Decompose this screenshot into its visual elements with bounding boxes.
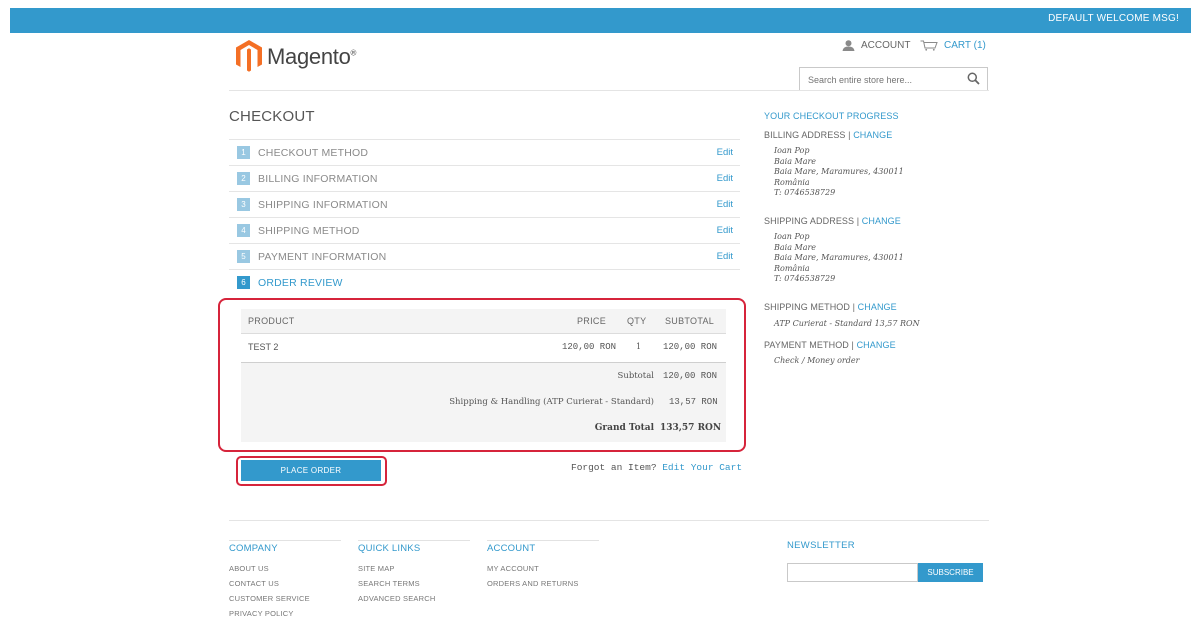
shipping-method-change-link[interactable]: CHANGE [858,302,897,312]
step-shipping-information: 3 SHIPPING INFORMATION Edit [229,191,740,217]
step-number: 4 [237,224,250,237]
step-number: 6 [237,276,250,289]
top-bar: DEFAULT WELCOME MSG! [10,8,1191,33]
step-number: 3 [237,198,250,211]
payment-method-change-link[interactable]: CHANGE [857,340,896,350]
footer-company-links: ABOUT US CONTACT US CUSTOMER SERVICE PRI… [229,561,310,621]
header-divider [229,90,989,91]
step-label: CHECKOUT METHOD [258,146,369,159]
page-title: CHECKOUT [229,108,315,125]
step-edit-link[interactable]: Edit [717,225,733,236]
footer-link[interactable]: SITE MAP [358,561,435,576]
step-edit-link[interactable]: Edit [717,199,733,210]
step-label: SHIPPING METHOD [258,224,360,237]
step-order-review: 6 ORDER REVIEW [229,269,740,295]
search-icon[interactable] [967,72,980,85]
account-label: ACCOUNT [861,40,911,51]
step-number: 5 [237,250,250,263]
cart-label: CART (1) [944,40,986,51]
footer-company-title: COMPANY [229,543,278,554]
subscribe-button[interactable]: SUBSCRIBE [918,563,983,582]
order-review-highlight [218,298,746,452]
welcome-message: DEFAULT WELCOME MSG! [1048,13,1179,24]
step-billing-information: 2 BILLING INFORMATION Edit [229,165,740,191]
billing-change-link[interactable]: CHANGE [853,130,892,140]
forgot-text: Forgot an Item? [571,462,657,473]
billing-address-heading: BILLING ADDRESS | CHANGE [764,130,893,140]
shipping-address-heading: SHIPPING ADDRESS | CHANGE [764,216,901,226]
footer-link[interactable]: MY ACCOUNT [487,561,579,576]
newsletter-email-input[interactable] [787,563,918,582]
footer-link[interactable]: SEARCH TERMS [358,576,435,591]
progress-title: YOUR CHECKOUT PROGRESS [764,111,899,121]
search-input[interactable] [806,69,960,91]
step-label: BILLING INFORMATION [258,172,378,185]
footer-account-links: MY ACCOUNT ORDERS AND RETURNS [487,561,579,591]
step-edit-link[interactable]: Edit [717,173,733,184]
footer-column-rule [358,540,470,541]
shipping-method-heading: SHIPPING METHOD | CHANGE [764,302,897,312]
footer-column-rule [487,540,599,541]
step-number: 2 [237,172,250,185]
footer-link[interactable]: CUSTOMER SERVICE [229,591,310,606]
user-icon [842,40,855,51]
step-payment-information: 5 PAYMENT INFORMATION Edit [229,243,740,269]
step-label: PAYMENT INFORMATION [258,250,387,263]
billing-address: Ioan Pop Baia Mare Baia Mare, Maramures,… [774,146,904,197]
footer-quick-links: SITE MAP SEARCH TERMS ADVANCED SEARCH [358,561,435,606]
logo[interactable]: Magento® [236,40,386,78]
step-number: 1 [237,146,250,159]
shipping-method-value: ATP Curierat - Standard 13,57 RON [774,319,920,328]
footer-link[interactable]: ADVANCED SEARCH [358,591,435,606]
logo-text: Magento® [267,44,357,69]
footer-divider [229,520,989,521]
step-checkout-method: 1 CHECKOUT METHOD Edit [229,139,740,165]
step-edit-link[interactable]: Edit [717,147,733,158]
cart-icon [920,40,938,51]
place-order-highlight [236,456,387,486]
step-shipping-method: 4 SHIPPING METHOD Edit [229,217,740,243]
shipping-change-link[interactable]: CHANGE [862,216,901,226]
footer-account-title: ACCOUNT [487,543,536,554]
footer-link[interactable]: ABOUT US [229,561,310,576]
account-link[interactable]: ACCOUNT [842,40,910,51]
footer-link[interactable]: ORDERS AND RETURNS [487,576,579,591]
search-box [799,67,988,91]
newsletter-title: NEWSLETTER [787,540,855,551]
forgot-item: Forgot an Item? Edit Your Cart [571,462,742,473]
step-label: SHIPPING INFORMATION [258,198,388,211]
payment-method-value: Check / Money order [774,356,860,365]
step-label: ORDER REVIEW [258,276,343,289]
cart-link[interactable]: CART (1) [920,40,986,51]
magento-logo-icon [236,40,262,72]
footer-column-rule [229,540,341,541]
shipping-address: Ioan Pop Baia Mare Baia Mare, Maramures,… [774,232,904,283]
footer-link[interactable]: CONTACT US [229,576,310,591]
checkout-steps: 1 CHECKOUT METHOD Edit 2 BILLING INFORMA… [229,139,740,295]
step-edit-link[interactable]: Edit [717,251,733,262]
footer-quick-links-title: QUICK LINKS [358,543,421,554]
payment-method-heading: PAYMENT METHOD | CHANGE [764,340,896,350]
edit-cart-link[interactable]: Edit Your Cart [662,462,742,473]
